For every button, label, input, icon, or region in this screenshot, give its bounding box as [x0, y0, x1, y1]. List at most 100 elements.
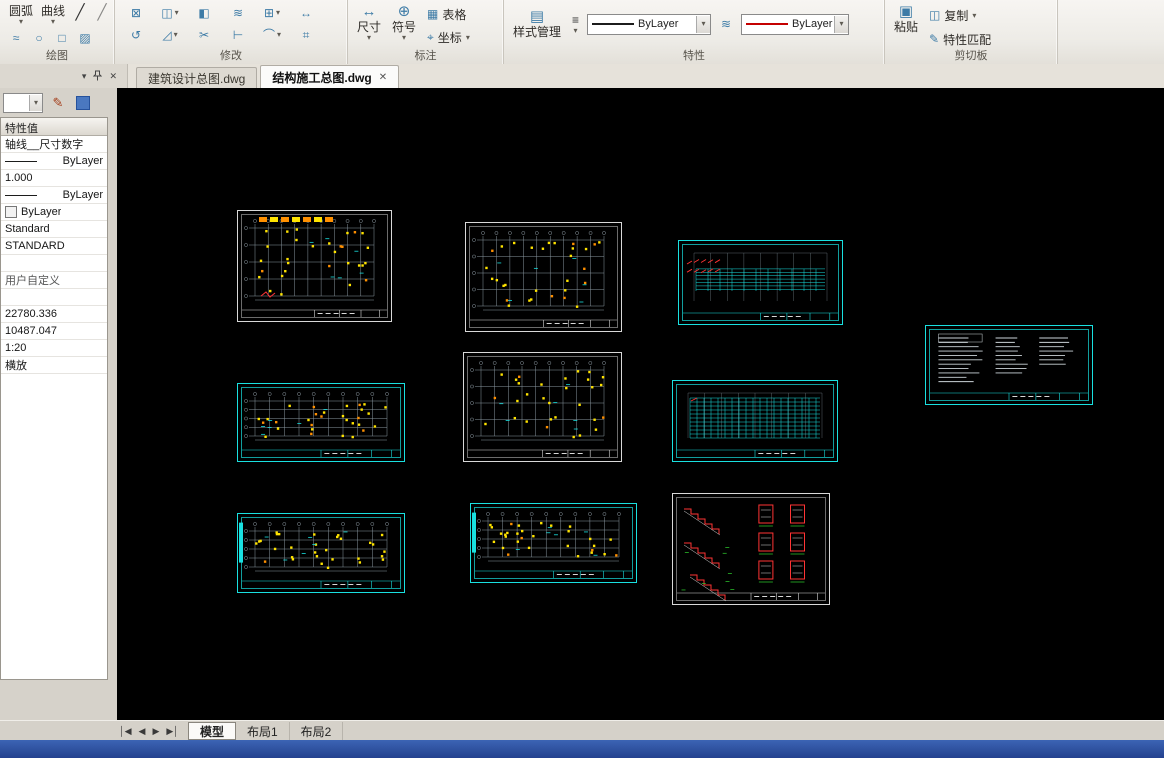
- property-row[interactable]: STANDARD: [1, 238, 107, 255]
- layout-tab-布局2[interactable]: 布局2: [290, 722, 344, 740]
- scale-button[interactable]: ◿ ▾: [162, 28, 178, 42]
- property-row[interactable]: ByLayer: [1, 204, 107, 221]
- close-icon[interactable]: ✕: [379, 72, 387, 83]
- table-icon: ▦: [427, 7, 439, 21]
- property-row[interactable]: 1.000: [1, 170, 107, 187]
- array-icon: ⊞: [263, 5, 275, 20]
- property-row[interactable]: ByLayer: [1, 153, 107, 170]
- drawing-frame-10[interactable]: [672, 493, 830, 605]
- layout-tab-布局1[interactable]: 布局1: [236, 722, 290, 740]
- property-row[interactable]: Standard: [1, 221, 107, 238]
- extend-button[interactable]: ⊢: [233, 28, 243, 42]
- layout-tab-模型[interactable]: 模型: [187, 722, 236, 740]
- offset-button[interactable]: ≋: [233, 6, 243, 20]
- coordinate-button[interactable]: ⌖ 坐标 ▾: [424, 28, 473, 47]
- ribbon-group-draw: 圆弧 ▾ 曲线 ▾ ╱ ╱ ≈ ○ □ ▨ 绘图: [0, 0, 115, 64]
- line-tool-button[interactable]: ╱: [70, 3, 90, 23]
- drawing-frame-5[interactable]: [237, 383, 405, 462]
- mirror-button[interactable]: ◧: [198, 6, 209, 20]
- drawing-frame-7[interactable]: [672, 380, 838, 462]
- ribbon-group-annotate-label[interactable]: 标注: [348, 50, 503, 63]
- last-layout-button[interactable]: ▶│: [166, 726, 179, 737]
- ribbon-group-draw-label[interactable]: 绘图: [0, 50, 114, 63]
- pin-icon[interactable]: [93, 70, 103, 83]
- palette-close-button[interactable]: ✕: [109, 71, 117, 81]
- table-button[interactable]: ▦ 表格: [424, 5, 473, 24]
- style-manager-button[interactable]: ▤ 样式管理: [510, 8, 564, 40]
- statusbar-spacer: [0, 721, 110, 741]
- linetype-scale-button[interactable]: ≋: [716, 14, 736, 34]
- property-value: ByLayer: [21, 206, 62, 218]
- first-layout-button[interactable]: │◀: [119, 726, 132, 737]
- drawing-frame-4[interactable]: [925, 325, 1093, 405]
- chevron-down-icon: ▾: [402, 33, 407, 42]
- rectangle-tool-button[interactable]: □: [52, 28, 72, 48]
- paste-button[interactable]: ▣ 粘贴: [891, 3, 921, 35]
- properties-menu-button[interactable]: ≡ ▾: [569, 13, 582, 36]
- paste-button-label: 粘贴: [894, 20, 919, 34]
- property-row[interactable]: 1:20: [1, 340, 107, 357]
- linetype-select[interactable]: ByLayer ▾: [587, 13, 712, 35]
- polyline-tool-button[interactable]: ≈: [6, 28, 26, 48]
- next-layout-button[interactable]: ▶: [152, 726, 159, 737]
- color-select[interactable]: ByLayer ▾: [741, 13, 850, 35]
- previous-layout-button[interactable]: ◀: [139, 726, 146, 737]
- arc-button[interactable]: 圆弧 ▾: [6, 3, 36, 27]
- property-value: 1.000: [5, 172, 33, 184]
- copy-button[interactable]: ◫ 复制 ▾: [926, 6, 994, 25]
- ribbon-empty-area: [1058, 0, 1164, 64]
- property-value: Standard: [5, 223, 50, 235]
- construction-line-button[interactable]: ╱: [92, 3, 112, 23]
- property-row[interactable]: ByLayer: [1, 187, 107, 204]
- drawing-frame-6[interactable]: [463, 352, 622, 462]
- circle-tool-button[interactable]: ○: [29, 28, 49, 48]
- property-row[interactable]: 22780.336: [1, 306, 107, 323]
- quick-select-combobox[interactable]: ▾: [3, 92, 43, 113]
- property-row[interactable]: [1, 255, 107, 272]
- ribbon-group-modify-label[interactable]: 修改: [115, 50, 347, 63]
- chevron-down-icon: ▾: [573, 25, 578, 35]
- document-tab[interactable]: 建筑设计总图.dwg: [136, 67, 258, 88]
- chevron-down-icon: ▾: [173, 30, 178, 39]
- palette-flyout-button[interactable]: ▾: [82, 71, 87, 81]
- drawing-frame-1[interactable]: [237, 210, 392, 322]
- erase-button[interactable]: ⊠: [130, 5, 142, 20]
- circle-icon: ○: [35, 30, 43, 45]
- trim-button[interactable]: ✂: [199, 28, 209, 42]
- drawing-canvas[interactable]: [117, 88, 1164, 720]
- coordinate-icon: ⌖: [427, 30, 434, 44]
- property-row[interactable]: 轴线__尺寸数字: [1, 136, 107, 153]
- dimension-icon: ↔: [361, 3, 377, 20]
- hatch-tool-button[interactable]: ▨: [75, 28, 95, 48]
- drawing-frame-2[interactable]: [465, 222, 622, 332]
- drawing-frame-8[interactable]: [237, 513, 405, 593]
- property-row[interactable]: 10487.047: [1, 323, 107, 340]
- fillet-button[interactable]: ⌒ ▾: [263, 28, 281, 42]
- copy-button[interactable]: ◫ ▾: [161, 6, 178, 20]
- property-row[interactable]: [1, 289, 107, 306]
- dimension-button[interactable]: ↔ 尺寸 ▾: [354, 3, 384, 43]
- property-value: 轴线__尺寸数字: [5, 139, 84, 151]
- drawing-frame-3[interactable]: [678, 240, 843, 325]
- match-brush-button[interactable]: ✎: [48, 93, 68, 113]
- paste-icon: ▣: [898, 3, 914, 20]
- property-value: 横放: [5, 360, 27, 372]
- match-properties-button[interactable]: ✎ 特性匹配: [926, 30, 994, 49]
- property-row[interactable]: 用户自定义: [1, 272, 107, 289]
- curve-button[interactable]: 曲线 ▾: [38, 3, 68, 27]
- drawing-frame-9[interactable]: [470, 503, 637, 583]
- document-tab[interactable]: 结构施工总图.dwg ✕: [260, 65, 400, 88]
- ribbon-group-properties-label[interactable]: 特性: [504, 50, 884, 63]
- quick-calc-button[interactable]: [73, 93, 93, 113]
- ribbon-group-clipboard-label[interactable]: 剪切板: [885, 50, 1057, 63]
- rotate-button[interactable]: ↺: [131, 28, 141, 42]
- curve-button-label: 曲线: [41, 4, 66, 18]
- symbol-button[interactable]: ⊕ 符号 ▾: [389, 3, 419, 43]
- move-button[interactable]: ↔: [300, 6, 312, 20]
- linetype-sample: [5, 160, 37, 162]
- array-button[interactable]: ⊞ ▾: [263, 5, 280, 20]
- explode-button[interactable]: ⌗: [303, 28, 310, 42]
- property-row[interactable]: 横放: [1, 357, 107, 374]
- command-bar-strip[interactable]: [0, 740, 1164, 758]
- erase-icon: ⊠: [130, 5, 142, 20]
